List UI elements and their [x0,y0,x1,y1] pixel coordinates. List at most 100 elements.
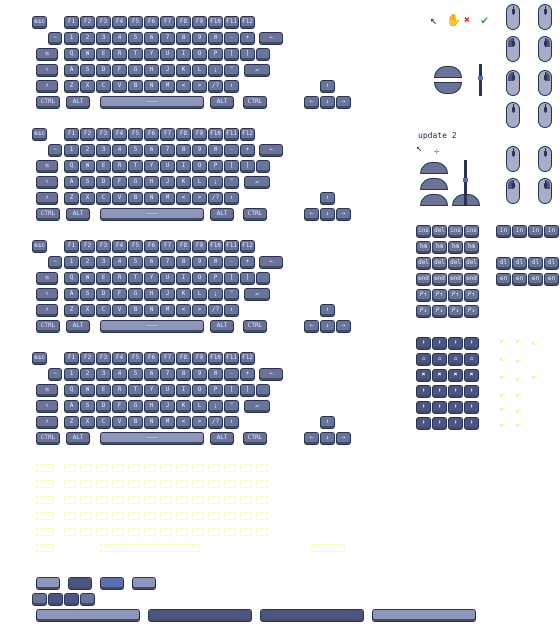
mouse-sprite [506,102,520,128]
key-icon: ⬆ [448,385,463,398]
key-num: 5 [128,32,143,45]
cursor-small-icon: ↖ [416,143,423,154]
key-ctrl: CTRL [243,432,267,445]
key-numpad: P↑ [432,289,447,302]
key-letter: C [96,80,111,93]
hand-cursor-icon: ✋ [446,13,461,27]
ghost-key [176,480,188,488]
key-num: + [240,368,255,381]
key-space: ——— [100,432,204,445]
key-arrow-up: ↑ [320,304,335,317]
key-tab: ⇆ [36,48,58,61]
ghost-key [208,496,220,504]
key-blank [256,160,270,173]
ghost-key [128,512,140,520]
key-tilde: ~ [48,256,62,269]
ghost-key [36,464,54,472]
key-letter: O [192,48,207,61]
key-letter: /? [208,80,223,93]
key-f1: F1 [64,240,79,253]
key-num: 1 [64,256,79,269]
key-f10: F10 [208,128,223,141]
ghost-key [224,496,236,504]
key-numpad: del [432,257,447,270]
key-letter: " [224,288,239,301]
key-num: 7 [160,32,175,45]
key-letter: N [144,192,159,205]
key-blank [256,272,270,285]
key-letter: D [96,400,111,413]
key-icon: ⬆ [416,385,431,398]
key-blank-small [32,593,47,606]
key-letter: E [96,160,111,173]
key-icon: ⬇ [432,417,447,430]
key-f7: F7 [160,128,175,141]
ghost-key [240,512,252,520]
key-f8: F8 [176,240,191,253]
key-f4: F4 [112,128,127,141]
key-f10: F10 [208,16,223,29]
key-letter: R [112,272,127,285]
key-letter: Q [64,384,79,397]
key-letter: F [112,176,127,189]
mouse-top-half [420,194,448,206]
key-letter: Z [64,416,79,429]
key-letter: > [192,192,207,205]
key-num: 3 [96,368,111,381]
key-letter: A [64,176,79,189]
key-ctrl: CTRL [243,320,267,333]
key-caps: ⇪ [36,400,58,413]
key-letter: P [208,48,223,61]
key-letter: " [224,400,239,413]
key-arrow-up: ↑ [320,80,335,93]
key-numpad: del [448,257,463,270]
key-arrow-down: ↓ [320,320,335,333]
key-num: 6 [144,144,159,157]
key-icon: ⌂ [464,353,479,366]
ghost-key [160,528,172,536]
key-space-dark [260,609,364,622]
mouse-sprite [538,4,552,30]
key-f1: F1 [64,128,79,141]
key-icon: ⬇ [448,417,463,430]
key-f12: F12 [240,16,255,29]
ghost-key [256,512,268,520]
key-nav: in [528,225,543,238]
key-letter: C [96,304,111,317]
ghost-key [256,480,268,488]
key-letter: B [128,304,143,317]
key-icon: ⬆ [464,401,479,414]
ghost-key [128,528,140,536]
key-shift-right: ↑ [224,416,239,429]
key-letter: /? [208,416,223,429]
sparkle-icon [500,340,503,343]
key-num: 3 [96,256,111,269]
key-letter: V [112,80,127,93]
sparkle-icon [500,424,503,427]
key-letter: A [64,400,79,413]
mouse-sprite [538,102,552,128]
key-ctrl: CTRL [36,320,60,333]
ghost-key [64,512,76,520]
key-icon: ⬇ [464,417,479,430]
key-letter: ] [240,272,255,285]
key-tab: ⇆ [36,272,58,285]
key-num: 0 [208,144,223,157]
key-letter: R [112,384,127,397]
key-letter: R [112,48,127,61]
ghost-key [80,480,92,488]
key-f4: F4 [112,352,127,365]
key-letter: Y [144,160,159,173]
key-nav: en [496,273,511,286]
key-letter: T [128,384,143,397]
key-alt: ALT [66,432,90,445]
key-letter: > [192,80,207,93]
key-shift-right: ↑ [224,192,239,205]
key-letter: Q [64,272,79,285]
key-num: + [240,32,255,45]
key-f3: F3 [96,16,111,29]
ghost-key [176,496,188,504]
key-numpad: P↓ [416,305,431,318]
ghost-key [112,464,124,472]
ghost-key [36,512,54,520]
